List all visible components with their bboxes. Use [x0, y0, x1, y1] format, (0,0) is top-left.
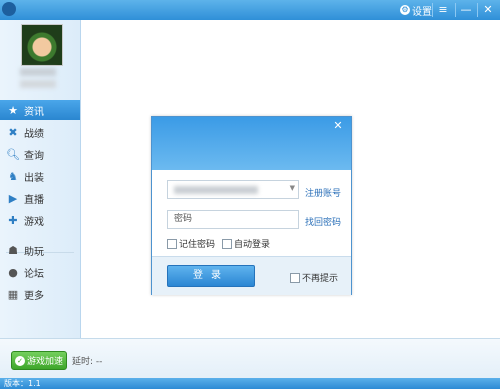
sidebar-item-label: 出装 [24, 172, 44, 184]
chevron-down-icon[interactable]: ▼ [290, 184, 295, 192]
login-button[interactable]: 登录 [167, 265, 255, 287]
dialog-footer: 登录 不再提示 [152, 256, 351, 295]
sidebar-item-label: 资讯 [24, 106, 44, 118]
remember-password-checkbox[interactable]: 记住密码 [167, 237, 215, 250]
bottom-bar: ✓ 游戏加速 延时: -- [0, 338, 500, 379]
sidebar-item-games[interactable]: ✚ 游戏 [0, 210, 80, 230]
dialog-header: ✕ [152, 117, 351, 170]
helper-icon: ☗ [8, 243, 18, 257]
play-icon: ▶ [8, 191, 18, 205]
close-button[interactable]: ✕ [478, 1, 498, 19]
dialog-title-blurred [163, 123, 166, 133]
dialog-banner-blurred [164, 143, 172, 162]
user-info-blurred [20, 80, 56, 88]
sidebar-item-record[interactable]: ✖ 战绩 [0, 122, 80, 142]
close-icon: ✕ [483, 3, 493, 16]
title-bar: ⚙ 设置 ≡ — ✕ [0, 0, 500, 20]
login-dialog: ✕ ▼ 注册账号 密码 找回密码 记住密码 自动登录 登录 不再提示 [151, 116, 352, 295]
star-icon: ★ [8, 103, 18, 117]
no-prompt-label: 不再提示 [302, 274, 339, 284]
minimize-button[interactable]: — [456, 1, 476, 19]
close-icon: ✕ [333, 119, 343, 132]
password-field[interactable]: 密码 [167, 210, 299, 229]
app-logo-icon [2, 2, 16, 16]
equipment-icon: ♞ [8, 169, 18, 183]
username-blurred [20, 68, 56, 76]
sidebar-item-helper[interactable]: ☗ 助玩 [0, 240, 80, 260]
sidebar: ★ 资讯 ✖ 战绩 🔍︎ 查询 ♞ 出装 ▶ 直播 ✚ 游戏 ☗ 助玩 ● 论坛… [0, 20, 81, 378]
chat-bubble-icon: ● [8, 265, 18, 279]
sidebar-item-label: 查询 [24, 150, 44, 162]
register-link[interactable]: 注册账号 [305, 186, 341, 199]
no-prompt-checkbox[interactable]: 不再提示 [290, 271, 338, 284]
remember-password-label: 记住密码 [179, 240, 216, 250]
sidebar-item-label: 助玩 [24, 246, 44, 258]
auto-login-label: 自动登录 [234, 240, 271, 250]
sidebar-item-news[interactable]: ★ 资讯 [0, 100, 80, 120]
account-select[interactable]: ▼ [167, 180, 299, 199]
sidebar-item-label: 论坛 [24, 268, 44, 280]
accelerate-icon: ✓ [15, 355, 25, 366]
checkbox-box[interactable] [222, 238, 232, 249]
sidebar-item-label: 直播 [24, 194, 44, 206]
gamepad-icon: ✚ [8, 213, 18, 227]
accelerate-label: 游戏加速 [27, 357, 64, 367]
sidebar-item-equipment[interactable]: ♞ 出装 [0, 166, 80, 186]
checkbox-box[interactable] [167, 238, 177, 249]
game-accelerate-button[interactable]: ✓ 游戏加速 [11, 351, 67, 370]
menu-icon: ≡ [438, 3, 448, 16]
menu-button[interactable]: ≡ [433, 1, 453, 19]
auto-login-checkbox[interactable]: 自动登录 [222, 237, 270, 250]
sidebar-item-live[interactable]: ▶ 直播 [0, 188, 80, 208]
status-bar: 版本：1.1 [0, 378, 500, 389]
sidebar-item-label: 战绩 [24, 128, 44, 140]
sidebar-item-label: 游戏 [24, 216, 44, 228]
settings-label: 设置 [412, 6, 432, 18]
avatar[interactable] [21, 24, 63, 66]
sidebar-item-forum[interactable]: ● 论坛 [0, 262, 80, 282]
latency-readout: 延时: -- [72, 357, 103, 367]
sidebar-item-more[interactable]: ▦ 更多 [0, 284, 80, 304]
checkbox-box[interactable] [290, 272, 300, 283]
account-value-blurred [174, 186, 258, 194]
minimize-icon: — [460, 3, 472, 16]
grid-icon: ▦ [7, 287, 19, 301]
gear-icon: ⚙ [400, 5, 410, 15]
forgot-password-link[interactable]: 找回密码 [305, 215, 341, 228]
record-icon: ✖ [8, 125, 18, 139]
settings-button[interactable]: ⚙ 设置 [400, 1, 432, 19]
dialog-close-button[interactable]: ✕ [330, 119, 346, 133]
search-icon: 🔍︎ [6, 147, 20, 161]
sidebar-item-label: 更多 [24, 290, 44, 302]
sidebar-item-query[interactable]: 🔍︎ 查询 [0, 144, 80, 164]
